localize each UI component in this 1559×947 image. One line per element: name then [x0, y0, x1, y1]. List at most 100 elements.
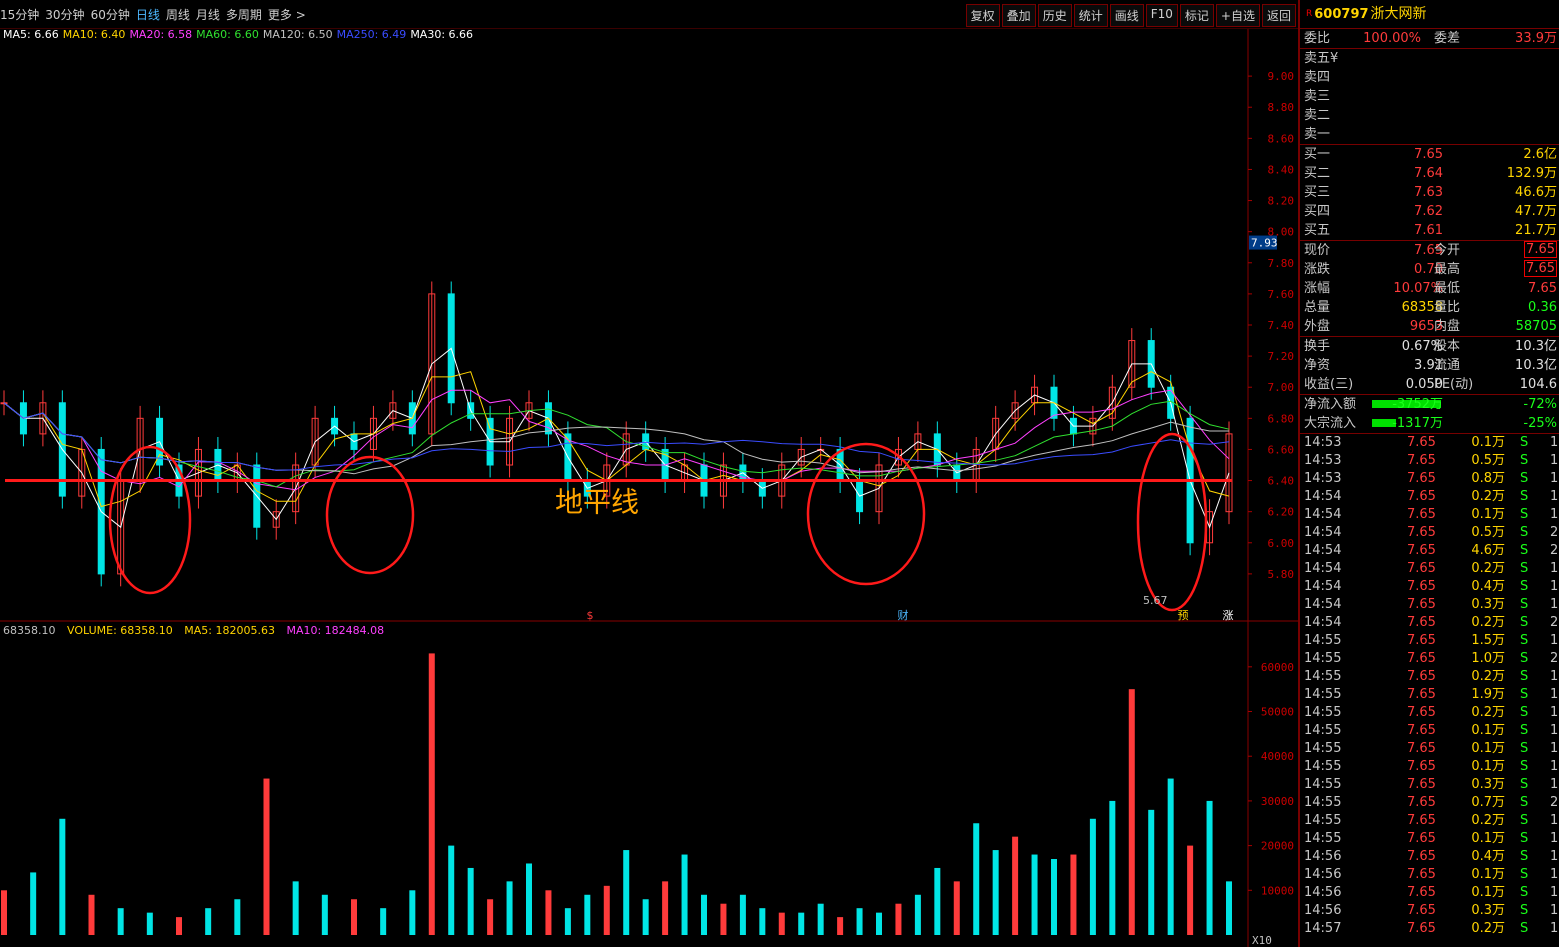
- trade-side: S: [1520, 813, 1529, 828]
- price-tick-label: 7.60: [1268, 288, 1295, 301]
- trade-time: 14:54: [1304, 615, 1342, 630]
- quote-row-4: 外盘 9653 内盘 58705: [1300, 317, 1559, 336]
- sell-level-4[interactable]: 卖四: [1300, 68, 1559, 87]
- weicha-value: 33.9万: [1515, 31, 1557, 46]
- trade-count: 1: [1550, 561, 1559, 576]
- buy-level-4[interactable]: 买四 7.62 47.7万: [1300, 202, 1559, 221]
- trade-count: 1: [1550, 669, 1559, 684]
- quote-value2: 7.65: [1528, 281, 1557, 296]
- trade-volume: 0.7万: [1471, 795, 1505, 810]
- tool-button-3[interactable]: 统计: [1073, 4, 1108, 27]
- tool-button-4[interactable]: 画线: [1109, 4, 1144, 27]
- volume-bar: [1070, 854, 1077, 935]
- trade-time: 14:55: [1304, 777, 1342, 792]
- trade-price: 7.65: [1407, 849, 1436, 864]
- trade-count: 1: [1550, 831, 1559, 846]
- volume-bar: [545, 890, 552, 935]
- buy-level-2[interactable]: 买二 7.64 132.9万: [1300, 164, 1559, 183]
- volume-bar: [321, 894, 328, 935]
- buy-label: 买四: [1304, 204, 1331, 219]
- trade-row: 14:55 7.65 0.1万 S 1: [1300, 830, 1559, 848]
- trade-volume: 0.1万: [1471, 741, 1505, 756]
- buy-label: 买二: [1304, 166, 1331, 181]
- horizon-label: 地平线: [555, 486, 639, 519]
- trade-price: 7.65: [1407, 489, 1436, 504]
- period-tab-0[interactable]: 15分钟: [0, 8, 39, 22]
- trade-row: 14:54 7.65 0.2万 S 1: [1300, 560, 1559, 578]
- buy-level-5[interactable]: 买五 7.61 21.7万: [1300, 221, 1559, 240]
- quote-label2: 最高: [1434, 262, 1461, 277]
- trade-row: 14:55 7.65 0.7万 S 2: [1300, 794, 1559, 812]
- buy-level-1[interactable]: 买一 7.65 2.6亿: [1300, 145, 1559, 164]
- volume-bar: [701, 894, 707, 935]
- trade-row: 14:54 7.65 0.1万 S 1: [1300, 506, 1559, 524]
- buy-price: 7.62: [1414, 204, 1443, 219]
- buy-price: 7.63: [1414, 185, 1443, 200]
- tool-button-7[interactable]: +自选: [1215, 4, 1260, 27]
- period-tab-4[interactable]: 周线: [166, 8, 190, 22]
- trade-row: 14:55 7.65 1.5万 S 1: [1300, 632, 1559, 650]
- trade-row: 14:55 7.65 0.2万 S 1: [1300, 704, 1559, 722]
- trade-side: S: [1520, 579, 1529, 594]
- period-tab-6[interactable]: 多周期: [226, 8, 262, 22]
- tool-button-2[interactable]: 历史: [1037, 4, 1072, 27]
- event-marker[interactable]: $: [587, 609, 594, 622]
- ma-legend-item-4: MA120: 6.50: [262, 28, 333, 41]
- sell-level-1[interactable]: 卖一: [1300, 125, 1559, 144]
- event-marker[interactable]: 财: [898, 608, 909, 622]
- period-tab-7[interactable]: 更多 >: [268, 8, 306, 22]
- event-marker[interactable]: 涨: [1223, 609, 1234, 622]
- quote-label: 涨跌: [1304, 262, 1331, 277]
- trade-row: 14:55 7.65 0.1万 S 1: [1300, 740, 1559, 758]
- volume-bar: [662, 881, 669, 935]
- trade-time: 14:55: [1304, 741, 1342, 756]
- period-tab-3[interactable]: 日线: [136, 8, 160, 22]
- sell-level-2[interactable]: 卖二: [1300, 106, 1559, 125]
- price-tick-label: 6.40: [1268, 475, 1295, 488]
- trade-row: 14:54 7.65 0.4万 S 1: [1300, 578, 1559, 596]
- volume-bar: [759, 908, 766, 935]
- tool-button-8[interactable]: 返回: [1261, 4, 1296, 27]
- flow-value: -1317万: [1392, 416, 1443, 431]
- sell-level-3[interactable]: 卖三: [1300, 87, 1559, 106]
- tool-button-6[interactable]: 标记: [1179, 4, 1214, 27]
- kline-chart[interactable]: 9.008.808.608.408.208.007.807.607.407.20…: [0, 0, 1298, 947]
- tool-button-1[interactable]: 叠加: [1001, 4, 1036, 27]
- volume-bar: [380, 908, 387, 935]
- buy-volume: 47.7万: [1515, 204, 1557, 219]
- fund-label2: PE(动): [1434, 377, 1474, 392]
- event-marker[interactable]: 预: [1178, 609, 1189, 622]
- trade-side: S: [1520, 687, 1529, 702]
- tool-button-5[interactable]: F10: [1145, 4, 1178, 27]
- trade-row: 14:55 7.65 1.9万 S 1: [1300, 686, 1559, 704]
- trade-volume: 0.1万: [1471, 885, 1505, 900]
- trade-volume: 0.3万: [1471, 777, 1505, 792]
- fund-value2: 104.6: [1519, 377, 1557, 392]
- volume-bar: [934, 867, 941, 935]
- sell-level-5[interactable]: 卖五¥: [1300, 49, 1559, 68]
- trade-volume: 4.6万: [1471, 543, 1505, 558]
- quote-row-1: 涨跌 0.70 最高 7.65: [1300, 260, 1559, 279]
- trade-volume: 0.3万: [1471, 903, 1505, 918]
- volume-bar: [1187, 845, 1194, 935]
- tool-button-0[interactable]: 复权: [965, 4, 1000, 27]
- period-tab-2[interactable]: 60分钟: [91, 8, 130, 22]
- volume-bar: [856, 908, 863, 935]
- trade-price: 7.65: [1407, 525, 1436, 540]
- trade-time: 14:55: [1304, 669, 1342, 684]
- trade-row: 14:53 7.65 0.8万 S 1: [1300, 470, 1559, 488]
- period-tab-5[interactable]: 月线: [196, 8, 220, 22]
- trade-count: 1: [1550, 759, 1559, 774]
- trade-price: 7.65: [1407, 705, 1436, 720]
- trade-price: 7.65: [1407, 633, 1436, 648]
- weibi-value: 100.00%: [1363, 31, 1421, 46]
- highlight-circle: [806, 442, 926, 586]
- buy-level-3[interactable]: 买三 7.63 46.6万: [1300, 183, 1559, 202]
- trade-count: 2: [1550, 525, 1559, 540]
- period-tab-1[interactable]: 30分钟: [45, 8, 84, 22]
- sell-label: 卖五¥: [1304, 51, 1339, 66]
- trade-price: 7.65: [1407, 921, 1436, 936]
- trade-price: 7.65: [1407, 795, 1436, 810]
- stock-title[interactable]: R 600797 浙大网新: [1300, 0, 1559, 29]
- volume-bar: [837, 917, 844, 935]
